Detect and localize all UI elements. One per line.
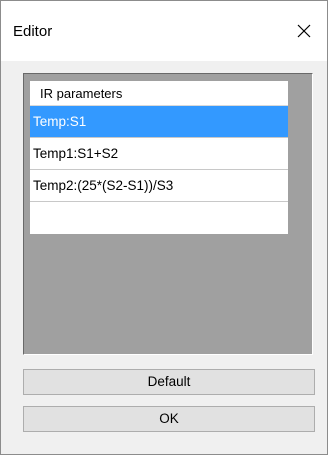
list-item[interactable]: Temp2:(25*(S2-S1))/S3 xyxy=(30,170,288,202)
editor-dialog: Editor IR parameters Temp:S1 Temp1:S1+S2… xyxy=(0,0,328,455)
list-header: IR parameters xyxy=(30,81,288,106)
parameters-panel: IR parameters Temp:S1 Temp1:S1+S2 Temp2:… xyxy=(23,73,313,355)
close-button[interactable] xyxy=(281,1,327,61)
list-item[interactable]: Temp1:S1+S2 xyxy=(30,138,288,170)
list-item-empty[interactable] xyxy=(30,202,288,234)
parameters-list: IR parameters Temp:S1 Temp1:S1+S2 Temp2:… xyxy=(30,81,288,234)
default-button[interactable]: Default xyxy=(23,369,315,395)
list-item[interactable]: Temp:S1 xyxy=(30,106,288,138)
title-bar: Editor xyxy=(1,1,327,61)
ok-button[interactable]: OK xyxy=(23,406,315,432)
close-icon xyxy=(297,24,311,38)
window-title: Editor xyxy=(13,23,53,40)
